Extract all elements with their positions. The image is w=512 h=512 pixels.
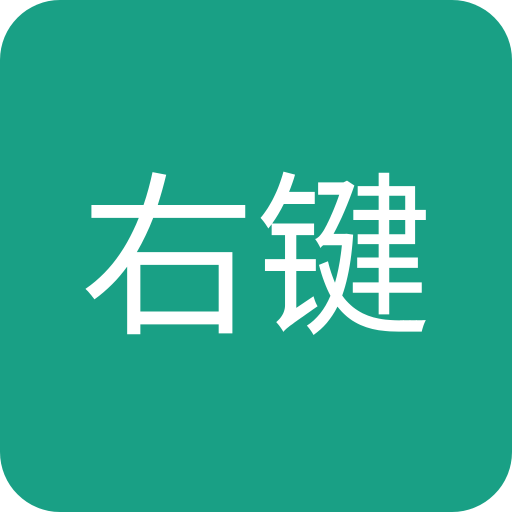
app-icon-label: 右键 [79,157,432,362]
app-icon[interactable]: 右键 [0,0,512,512]
